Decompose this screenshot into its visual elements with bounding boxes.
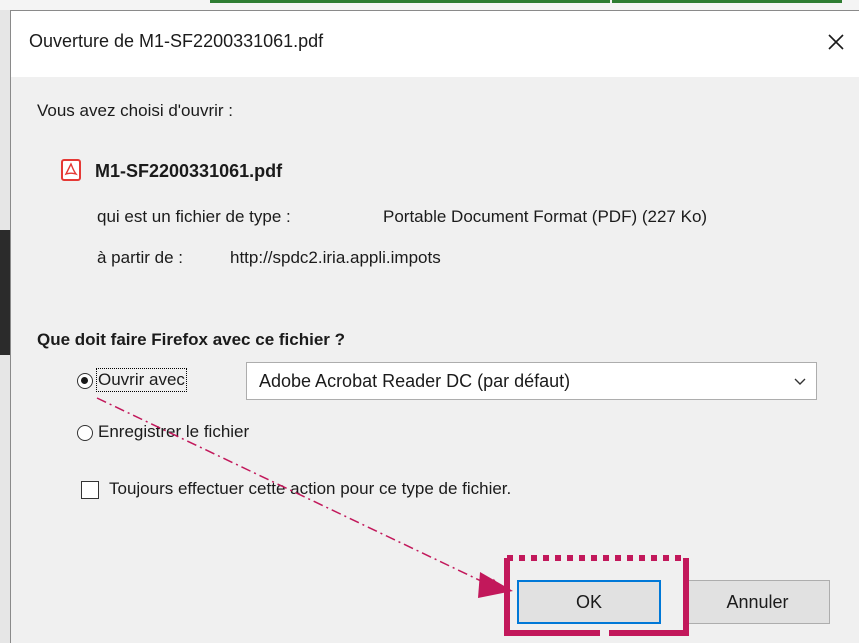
file-name: M1-SF2200331061.pdf [95,161,283,181]
open-with-label[interactable]: Ouvrir avec [96,368,187,392]
file-type-label: qui est un fichier de type : [97,207,291,226]
cancel-button[interactable]: Annuler [685,580,830,624]
background-dark-strip [0,230,10,355]
always-do-checkbox[interactable] [81,481,99,499]
close-button[interactable] [813,19,859,65]
source-url: http://spdc2.iria.appli.impots [230,248,441,267]
background-accent-bar [210,0,610,3]
ok-button[interactable]: OK [517,580,661,624]
dialog-content: Vous avez choisi d'ouvrir : M1-SF2200331… [11,77,859,643]
chevron-down-icon [794,378,806,385]
source-label: à partir de : [97,248,183,267]
save-file-label[interactable]: Enregistrer le fichier [98,422,249,442]
background-accent-bar-2 [612,0,842,3]
dialog-titlebar: Ouverture de M1-SF2200331061.pdf [11,11,859,77]
open-with-app-select[interactable]: Adobe Acrobat Reader DC (par défaut) [246,362,817,400]
dialog-title: Ouverture de M1-SF2200331061.pdf [29,31,324,51]
save-file-radio[interactable] [77,425,93,441]
open-with-radio[interactable] [77,373,93,389]
always-do-label[interactable]: Toujours effectuer cette action pour ce … [109,479,511,499]
open-with-app-value: Adobe Acrobat Reader DC (par défaut) [259,371,571,391]
file-type-value: Portable Document Format (PDF) (227 Ko) [383,207,708,226]
download-dialog: Ouverture de M1-SF2200331061.pdf Vous av… [10,10,859,643]
pdf-file-icon [61,159,81,181]
close-icon [828,34,844,50]
intro-text: Vous avez choisi d'ouvrir : [37,101,234,120]
action-question: Que doit faire Firefox avec ce fichier ? [37,330,345,349]
